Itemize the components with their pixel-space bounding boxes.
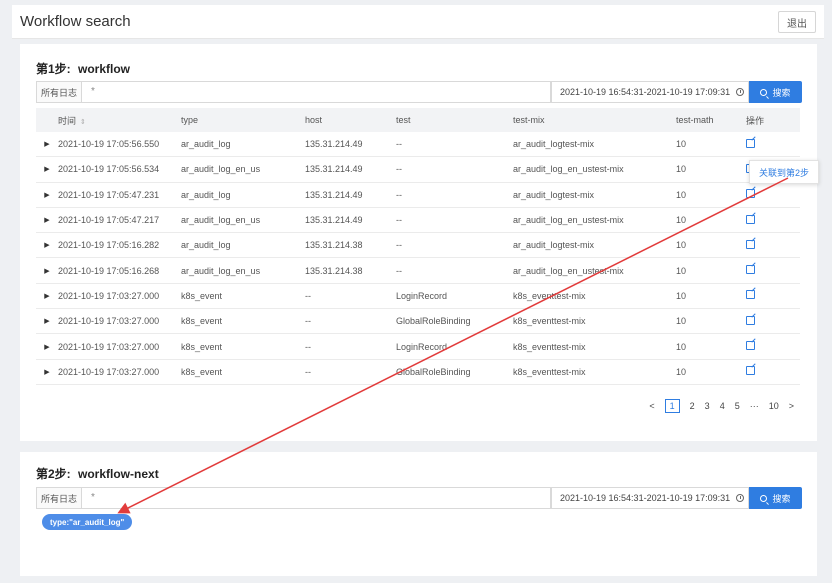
annotation-arrow bbox=[117, 177, 789, 514]
arrow-line bbox=[117, 177, 789, 514]
workflow-search-window: Workflow search 退出 第1步: workflow 所有日志 * … bbox=[0, 0, 832, 583]
